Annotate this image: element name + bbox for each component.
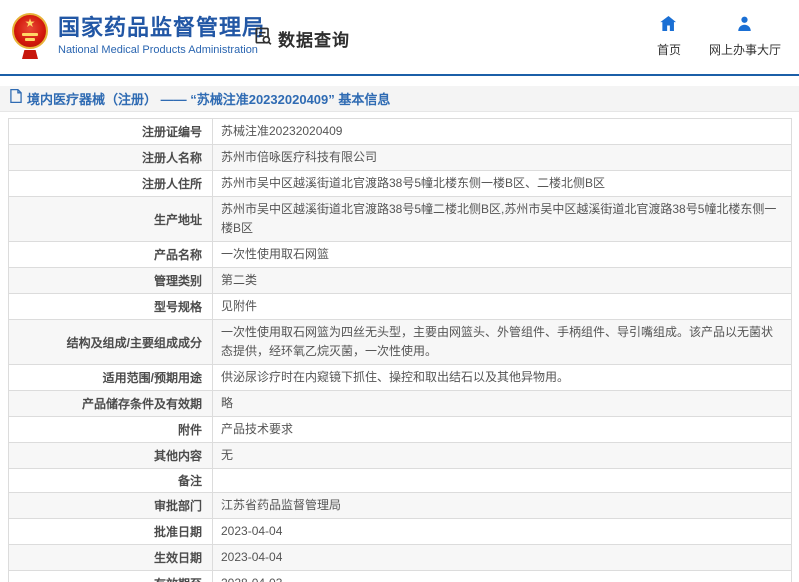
table-row-management-class: 管理类别 第二类 [9,268,791,294]
row-value: 一次性使用取石网篮为四丝无头型，主要由网篮头、外管组件、手柄组件、导引嘴组成。该… [221,325,774,358]
row-value: 苏州市倍咏医疗科技有限公司 [221,150,378,164]
table-row-effective-date: 生效日期 2023-04-04 [9,545,791,571]
breadcrumb: 境内医疗器械（注册） —— “苏械注准20232020409” 基本信息 [0,86,799,112]
row-value: 略 [221,396,234,410]
top-nav: 首页 网上办事大厅 [657,16,781,58]
site-title: 国家药品监督管理局 [58,15,266,40]
site-subtitle: National Medical Products Administration [58,44,258,56]
registration-info-table: 注册证编号 苏械注准20232020409 注册人名称 苏州市倍咏医疗科技有限公… [8,118,792,582]
row-value: 2023-04-04 [221,550,283,564]
site-logo: ★ 国家药品监督管理局 National Medical Products Ad… [12,13,265,61]
row-label: 管理类别 [9,268,213,293]
row-label: 其他内容 [9,443,213,468]
row-value: 无 [221,448,234,462]
row-value: 产品技术要求 [221,422,294,436]
table-row-intended-use: 适用范围/预期用途 供泌尿诊疗时在内窥镜下抓住、操控和取出结石以及其他异物用。 [9,365,791,391]
row-value: 苏州市吴中区越溪街道北官渡路38号5幢北楼东侧一楼B区、二楼北侧B区 [221,176,606,190]
table-row-attachment: 附件 产品技术要求 [9,417,791,443]
file-icon [10,89,22,108]
row-label: 附件 [9,417,213,442]
header-divider [0,74,799,76]
row-value: 见附件 [221,299,258,313]
nav-home[interactable]: 首页 [657,16,681,58]
data-query-menu[interactable]: 数据查询 [253,26,350,51]
document-search-icon [253,26,273,51]
data-query-label: 数据查询 [278,31,350,50]
row-value: 苏州市吴中区越溪街道北官渡路38号5幢二楼北侧B区,苏州市吴中区越溪街道北官渡路… [221,202,777,235]
table-row-product-name: 产品名称 一次性使用取石网篮 [9,242,791,268]
table-row-composition: 结构及组成/主要组成成分 一次性使用取石网篮为四丝无头型，主要由网篮头、外管组件… [9,320,791,365]
row-value: 一次性使用取石网篮 [221,247,330,261]
row-value: 江苏省药品监督管理局 [221,498,342,512]
row-label: 生产地址 [9,197,213,241]
table-row-approval-date: 批准日期 2023-04-04 [9,519,791,545]
table-row-registrant-address: 注册人住所 苏州市吴中区越溪街道北官渡路38号5幢北楼东侧一楼B区、二楼北侧B区 [9,171,791,197]
row-label: 有效期至 [9,571,213,582]
table-row-production-address: 生产地址 苏州市吴中区越溪街道北官渡路38号5幢二楼北侧B区,苏州市吴中区越溪街… [9,197,791,242]
user-icon [737,16,752,36]
table-row-approval-dept: 审批部门 江苏省药品监督管理局 [9,493,791,519]
national-emblem-icon: ★ [12,13,48,61]
header: ★ 国家药品监督管理局 National Medical Products Ad… [0,0,799,74]
row-value [213,478,791,484]
row-value: 第二类 [221,273,258,287]
nav-service-hall-label: 网上办事大厅 [708,43,781,57]
table-row-remarks: 备注 [9,469,791,493]
row-label: 适用范围/预期用途 [9,365,213,390]
row-label: 注册人住所 [9,171,213,196]
row-label: 产品名称 [9,242,213,267]
table-row-other-content: 其他内容 无 [9,443,791,469]
row-label: 批准日期 [9,519,213,544]
row-value: 2028-04-03 [213,571,791,582]
table-row-registrant-name: 注册人名称 苏州市倍咏医疗科技有限公司 [9,145,791,171]
row-label: 注册人名称 [9,145,213,170]
row-value: 2023-04-04 [221,524,283,538]
row-label: 结构及组成/主要组成成分 [9,320,213,364]
row-label: 产品储存条件及有效期 [9,391,213,416]
row-label: 型号规格 [9,294,213,319]
row-value: 苏械注准20232020409 [221,124,343,138]
table-row-storage: 产品储存条件及有效期 略 [9,391,791,417]
row-label: 备注 [9,469,213,492]
nav-service-hall[interactable]: 网上办事大厅 [709,16,781,58]
row-label: 生效日期 [9,545,213,570]
table-row-reg-no: 注册证编号 苏械注准20232020409 [9,119,791,145]
row-label: 注册证编号 [9,119,213,144]
breadcrumb-text: 境内医疗器械（注册） —— “苏械注准20232020409” 基本信息 [27,92,391,107]
table-row-expiry-date: 有效期至 2028-04-03 [9,571,791,582]
row-label: 审批部门 [9,493,213,518]
nav-home-label: 首页 [656,43,681,57]
home-icon [660,16,677,36]
table-row-model-spec: 型号规格 见附件 [9,294,791,320]
row-value: 供泌尿诊疗时在内窥镜下抓住、操控和取出结石以及其他异物用。 [221,370,570,384]
